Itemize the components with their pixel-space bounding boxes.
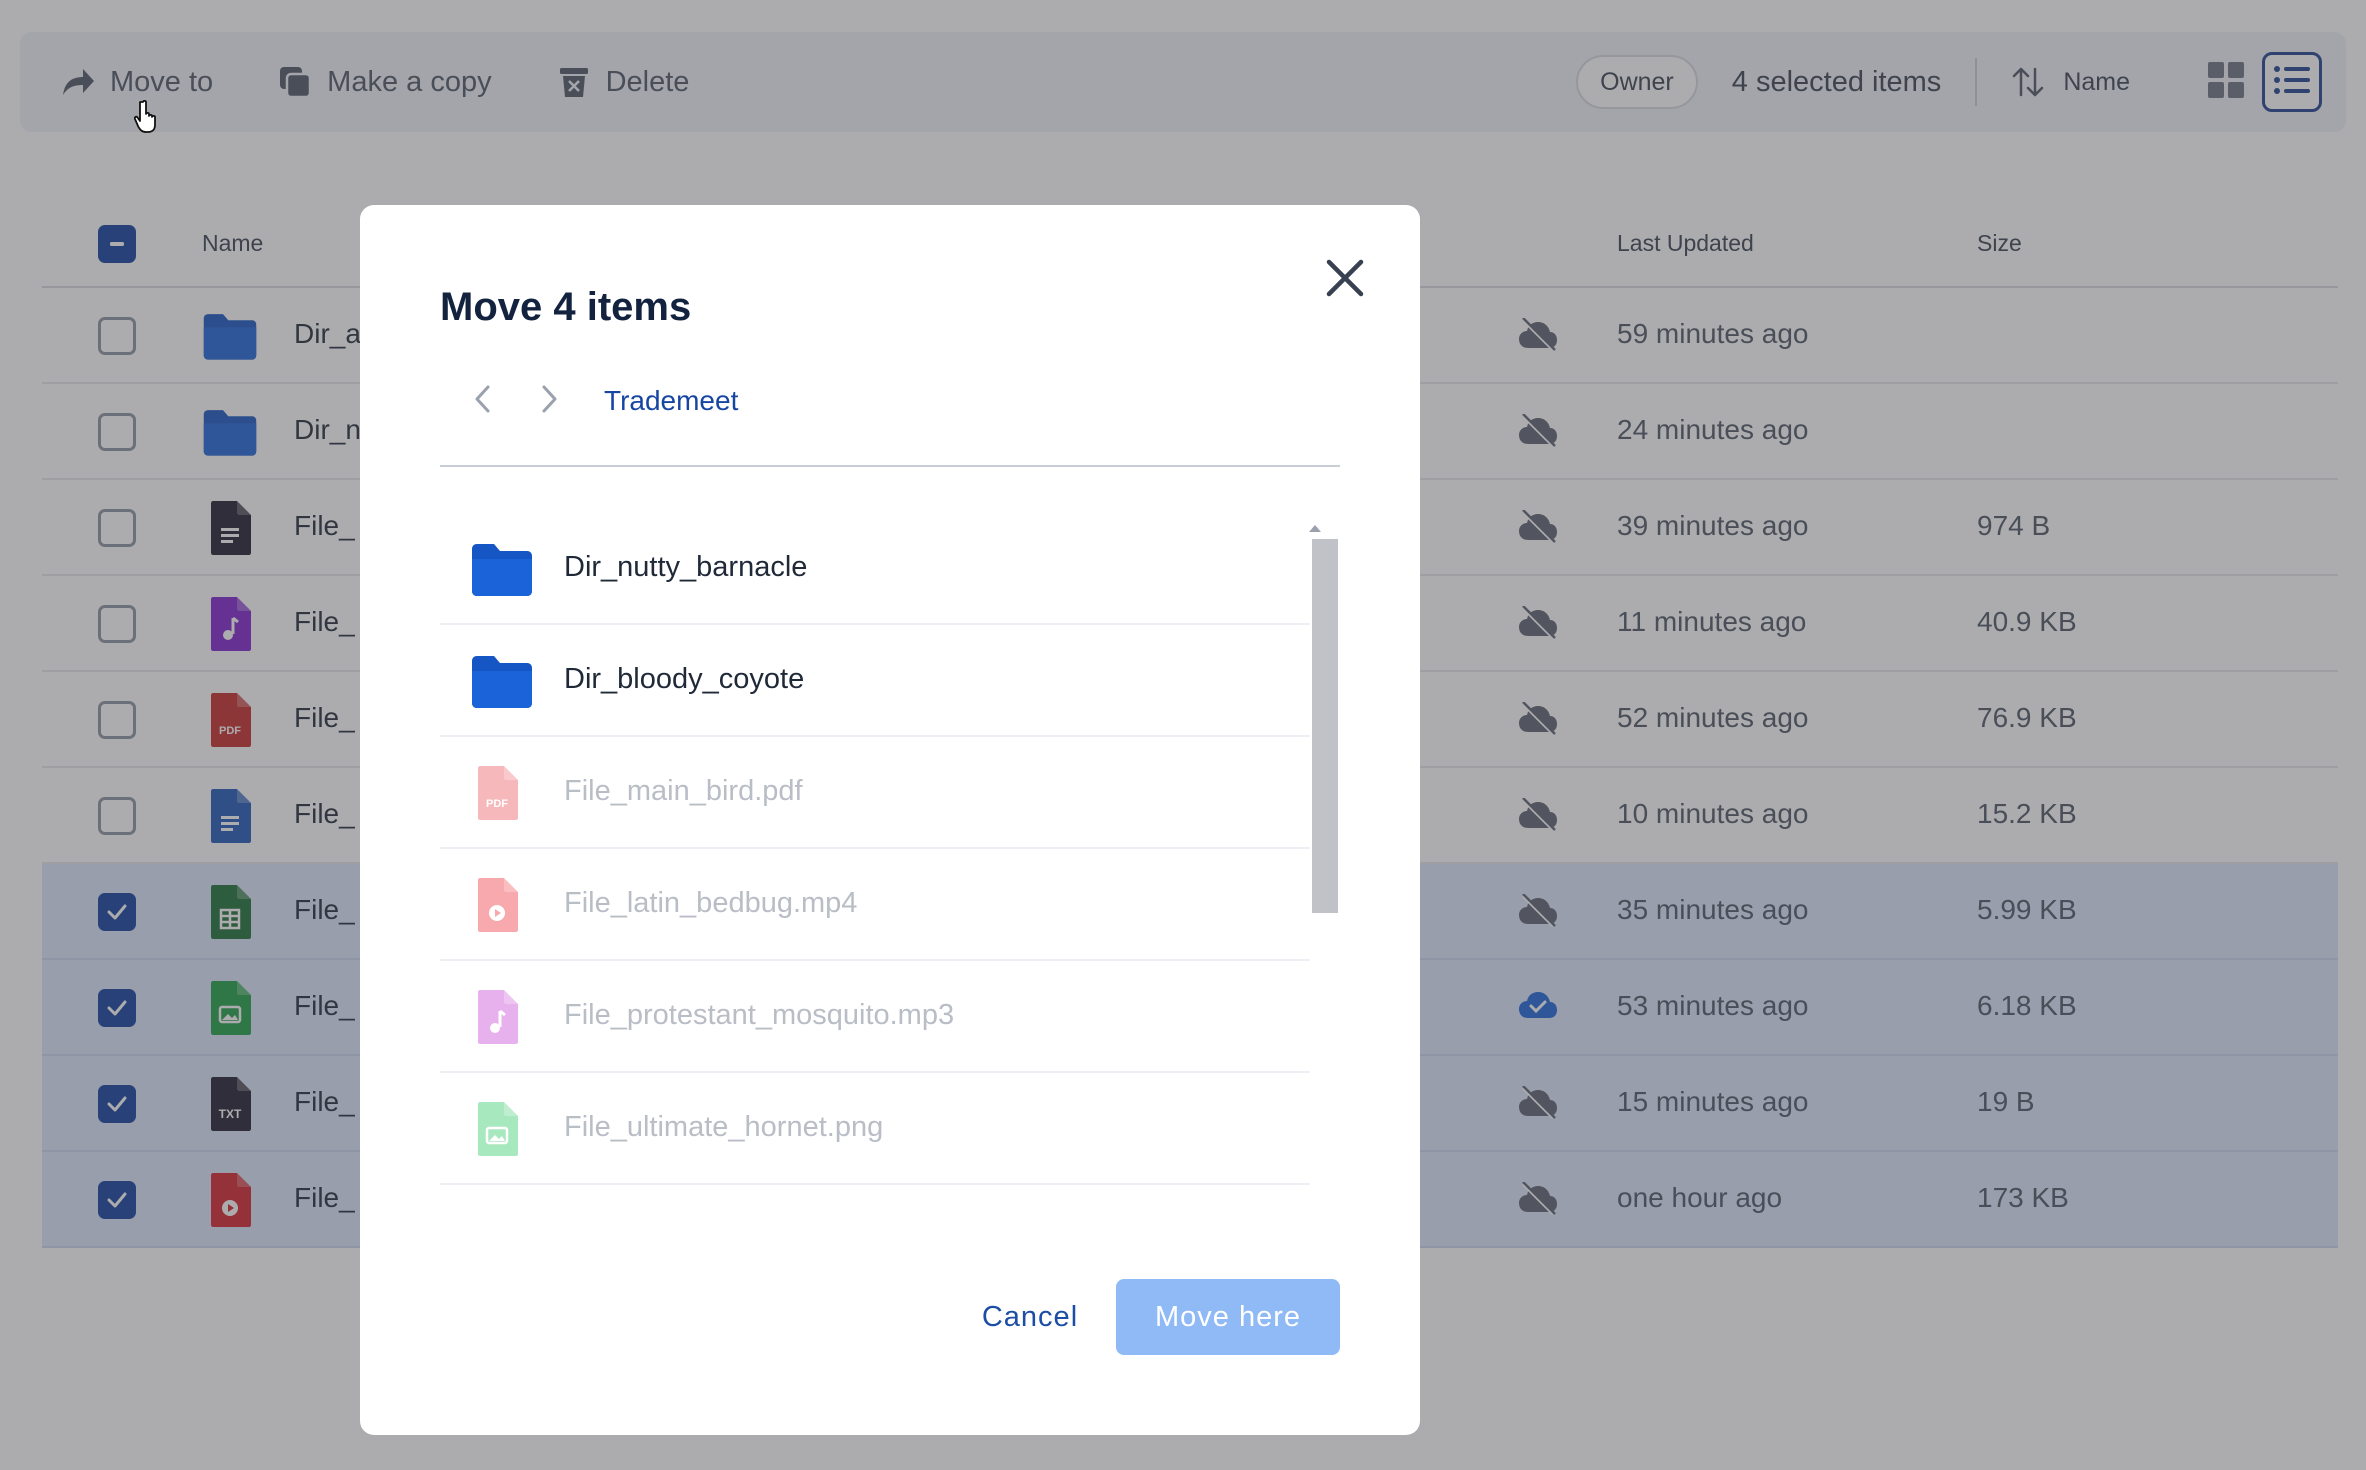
list-item-label: Dir_nutty_barnacle [564,551,808,583]
list-item-label: File_main_bird.pdf [564,775,803,807]
audio-file-icon [470,989,534,1045]
list-item-label: File_latin_bedbug.mp4 [564,887,858,919]
list-item[interactable]: Dir_bloody_coyote [440,625,1310,737]
list-item[interactable]: Dir_nutty_barnacle [440,513,1310,625]
move-here-button[interactable]: Move here [1116,1279,1340,1355]
chevron-right-icon [542,385,558,418]
pdf-file-icon: PDF [470,765,534,821]
list-item-label: File_protestant_mosquito.mp3 [564,999,955,1031]
scroll-up-arrow-icon[interactable] [1306,521,1324,539]
hand-cursor-icon [133,99,166,139]
list-item: File_protestant_mosquito.mp3 [440,961,1310,1073]
list-item: File_ultimate_hornet.png [440,1073,1310,1185]
image-file-icon [470,1101,534,1157]
scrollbar-thumb[interactable] [1312,539,1338,913]
video-file-icon [470,877,534,933]
folder-icon [470,653,534,709]
list-item-label: Dir_bloody_coyote [564,663,805,695]
list-item-label: File_ultimate_hornet.png [564,1111,884,1143]
back-button[interactable] [464,383,500,419]
cancel-button[interactable]: Cancel [948,1279,1112,1355]
folder-icon [470,541,534,597]
move-dialog: Move 4 items Trademeet Dir_nutty_barnacl… [360,205,1420,1435]
destination-list: Dir_nutty_barnacle Dir_bloody_coyote PDF Fi… [440,513,1340,1203]
close-button[interactable] [1320,255,1370,305]
dialog-navigation: Trademeet [440,365,1340,467]
list-item: PDF File_main_bird.pdf [440,737,1310,849]
forward-button[interactable] [532,383,568,419]
list-item: File_latin_bedbug.mp4 [440,849,1310,961]
dialog-title: Move 4 items [440,285,692,329]
chevron-left-icon [474,385,490,418]
close-icon [1325,258,1365,303]
svg-text:PDF: PDF [486,798,508,810]
breadcrumb[interactable]: Trademeet [604,385,738,417]
